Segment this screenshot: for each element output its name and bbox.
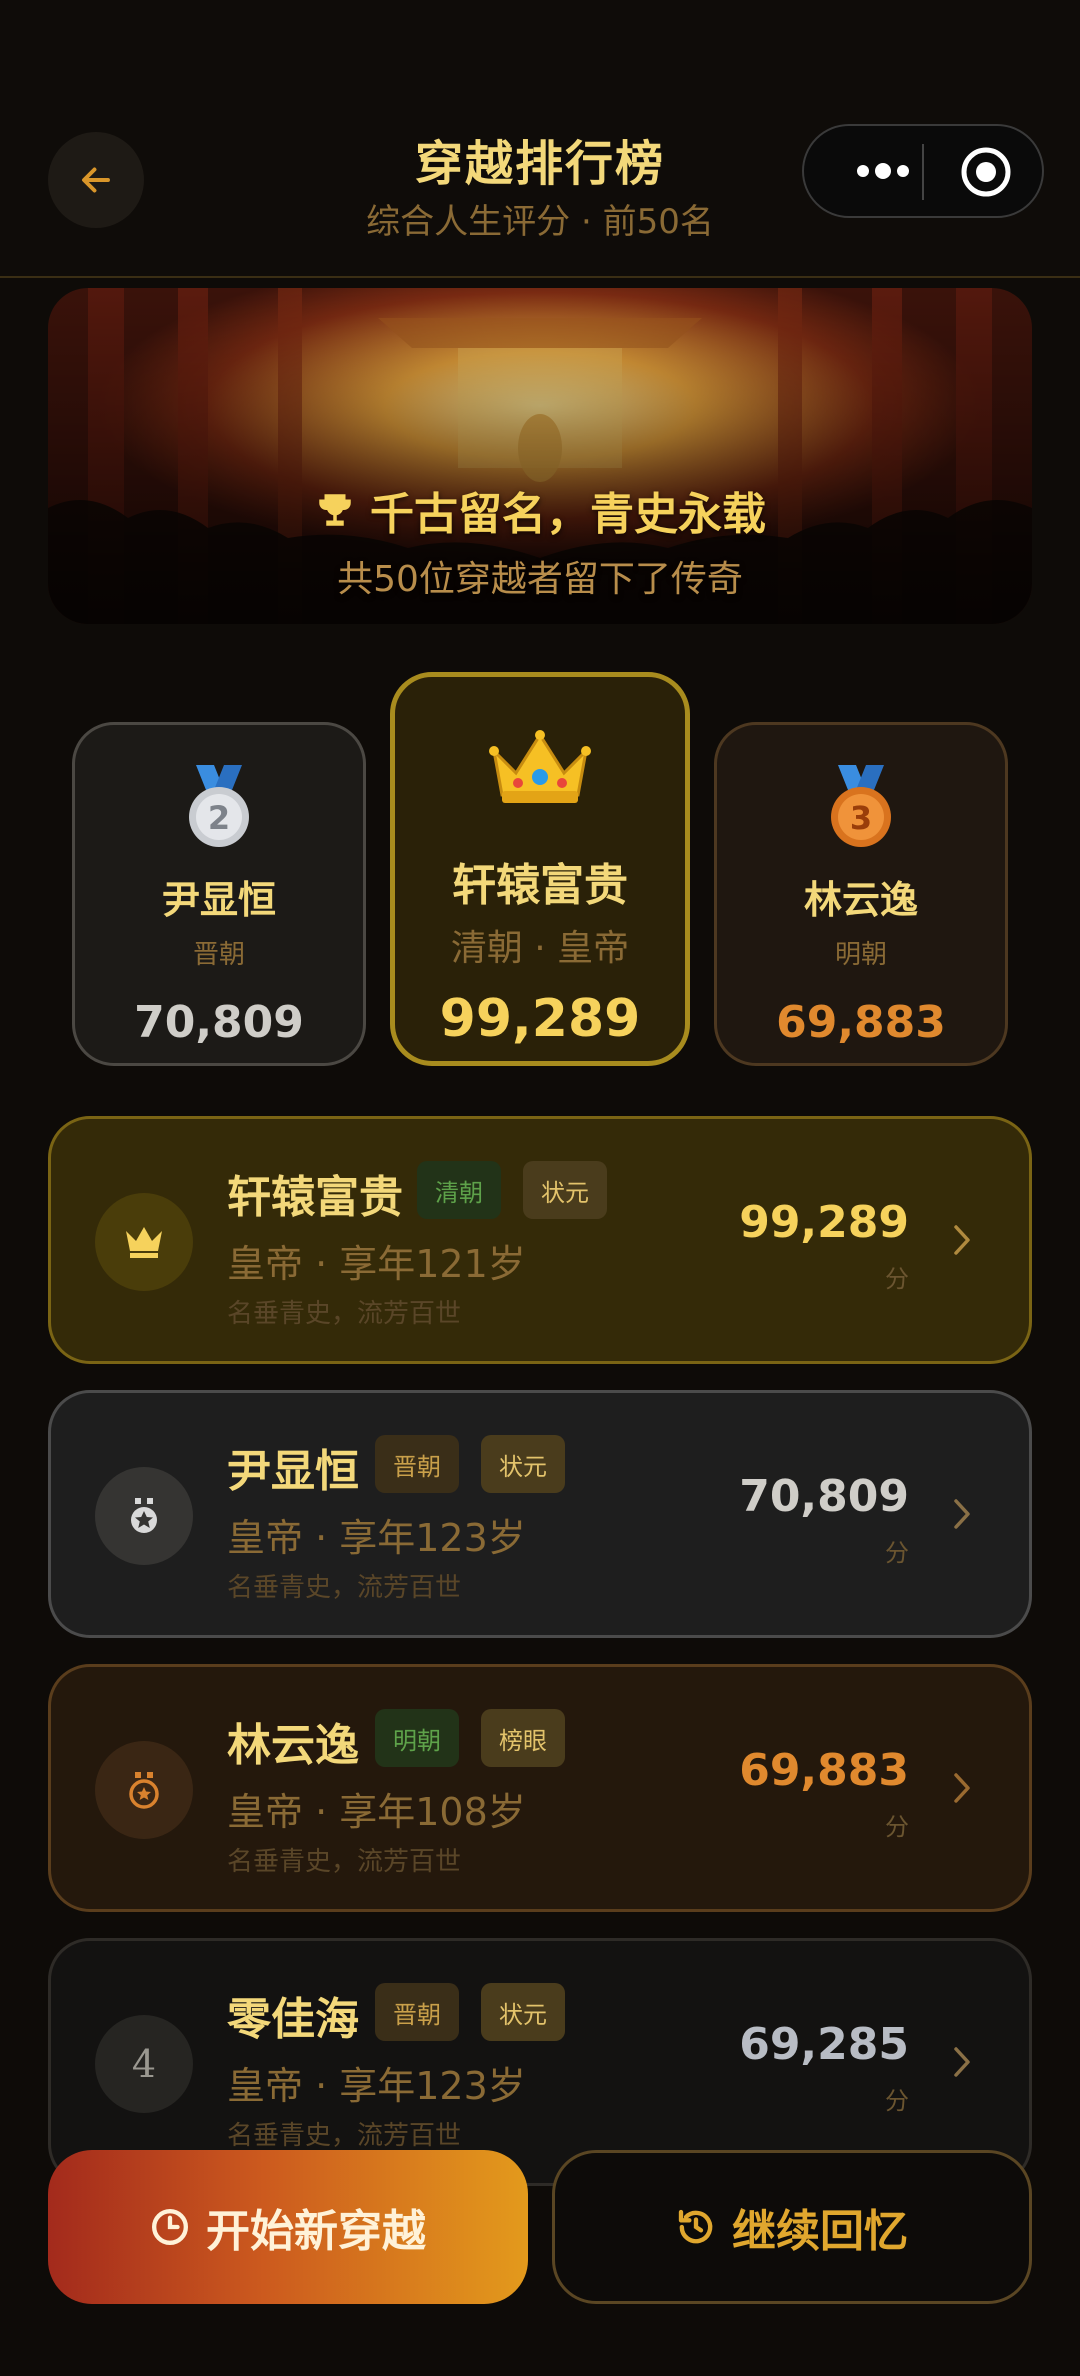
bronze-medal-icon: 3 [831, 765, 891, 847]
player-score: 99,289 [739, 1197, 909, 1248]
trophy-icon [319, 494, 351, 526]
podium-third-icon-wrap: 3 [717, 765, 1005, 851]
title-tag: 榜眼 [481, 1709, 565, 1767]
miniprogram-capsule [802, 124, 1044, 218]
crown-icon [489, 730, 591, 803]
score-unit: 分 [885, 1539, 909, 1567]
podium-third-score: 69,883 [776, 997, 946, 1048]
leaderboard-row[interactable]: 尹显恒 晋朝 状元 皇帝 · 享年123岁 名垂青史，流芳百世 70,809 分 [48, 1390, 1032, 1638]
crown-icon [126, 1227, 162, 1258]
player-score: 69,883 [739, 1745, 909, 1796]
era-tag: 晋朝 [375, 1435, 459, 1493]
medal-icon [129, 1772, 159, 1809]
title-tag: 状元 [523, 1161, 607, 1219]
leaderboard-row[interactable]: 4 零佳海 晋朝 状元 皇帝 · 享年123岁 名垂青史，流芳百世 69,285… [48, 1938, 1032, 2186]
leaderboard-row[interactable]: 轩辕富贵 清朝 状元 皇帝 · 享年121岁 名垂青史，流芳百世 99,289 … [48, 1116, 1032, 1364]
podium-third[interactable]: 3 林云逸 明朝 69,883 [714, 722, 1008, 1066]
player-name: 零佳海 [227, 1994, 359, 2045]
player-meta: 皇帝 · 享年123岁 [227, 2064, 526, 2108]
hero-banner: 千古留名，青史永载 共50位穿越者留下了传奇 [48, 288, 1032, 624]
target-icon [961, 147, 1011, 197]
player-meta: 皇帝 · 享年108岁 [227, 1790, 526, 1834]
rank-number: 4 [131, 2042, 157, 2086]
banner-subtitle: 共50位穿越者留下了传奇 [337, 559, 743, 600]
rank-badge: 4 [95, 2015, 193, 2113]
more-dots-icon [857, 163, 909, 179]
player-score: 69,285 [739, 2019, 909, 2070]
podium-first[interactable]: 轩辕富贵 清朝 · 皇帝 99,289 [390, 672, 690, 1066]
era-tag: 明朝 [375, 1709, 459, 1767]
chevron-right-icon [947, 1763, 977, 1813]
more-button[interactable] [838, 126, 928, 216]
era-tag: 清朝 [417, 1161, 501, 1219]
start-new-journey-button[interactable]: 开始新穿越 [48, 2150, 528, 2304]
era-tag: 晋朝 [375, 1983, 459, 2041]
title-tag: 状元 [481, 1435, 565, 1493]
continue-memory-button[interactable]: 继续回忆 [552, 2150, 1032, 2304]
chevron-right-icon [947, 1215, 977, 1265]
player-motto: 名垂青史，流芳百世 [227, 1847, 462, 1877]
rank-badge [95, 1741, 193, 1839]
clock-icon [152, 2209, 188, 2245]
leaderboard-row[interactable]: 林云逸 明朝 榜眼 皇帝 · 享年108岁 名垂青史，流芳百世 69,883 分 [48, 1664, 1032, 1912]
player-meta: 皇帝 · 享年121岁 [227, 1242, 526, 1286]
podium-second-icon-wrap: 2 [75, 765, 363, 851]
player-meta: 皇帝 · 享年123岁 [227, 1516, 526, 1560]
podium-third-era: 明朝 [834, 940, 887, 970]
title-tag: 状元 [481, 1983, 565, 2041]
capsule-divider [922, 144, 924, 200]
banner-title-text: 千古留名，青史永载 [370, 489, 766, 540]
close-miniprogram-button[interactable] [938, 132, 1034, 212]
podium-first-name: 轩辕富贵 [452, 860, 628, 911]
chevron-right-icon [947, 2037, 977, 2087]
score-unit: 分 [885, 1813, 909, 1841]
player-motto: 名垂青史，流芳百世 [227, 1299, 462, 1329]
history-icon [678, 2209, 713, 2244]
score-unit: 分 [885, 1265, 909, 1293]
rank-badge [95, 1467, 193, 1565]
chevron-right-icon [947, 1489, 977, 1539]
player-motto: 名垂青史，流芳百世 [227, 2121, 462, 2151]
score-unit: 分 [885, 2087, 909, 2115]
player-motto: 名垂青史，流芳百世 [227, 1573, 462, 1603]
svg-text:3: 3 [850, 799, 872, 837]
podium-second-score: 70,809 [134, 997, 304, 1048]
silver-medal-icon: 2 [189, 765, 249, 847]
podium-first-era: 清朝 · 皇帝 [450, 928, 630, 969]
player-name: 轩辕富贵 [227, 1172, 403, 1223]
svg-text:2: 2 [208, 799, 230, 837]
player-score: 70,809 [739, 1471, 909, 1522]
banner-title: 千古留名，青史永载 [314, 478, 766, 542]
banner-text: 千古留名，青史永载 共50位穿越者留下了传奇 [48, 478, 1032, 602]
podium-first-score: 99,289 [439, 989, 641, 1049]
podium-second-era: 晋朝 [192, 940, 245, 970]
podium-first-icon-wrap [395, 729, 685, 815]
continue-button-label: 继续回忆 [732, 2206, 908, 2257]
podium-second[interactable]: 2 尹显恒 晋朝 70,809 [72, 722, 366, 1066]
podium-third-name: 林云逸 [803, 878, 918, 922]
podium-second-name: 尹显恒 [161, 878, 276, 922]
player-name: 林云逸 [227, 1720, 359, 1771]
start-button-label: 开始新穿越 [206, 2206, 426, 2257]
player-name: 尹显恒 [227, 1446, 359, 1497]
header: 穿越排行榜 综合人生评分 · 前50名 [0, 0, 1080, 278]
medal-icon [131, 1498, 157, 1533]
rank-badge [95, 1193, 193, 1291]
